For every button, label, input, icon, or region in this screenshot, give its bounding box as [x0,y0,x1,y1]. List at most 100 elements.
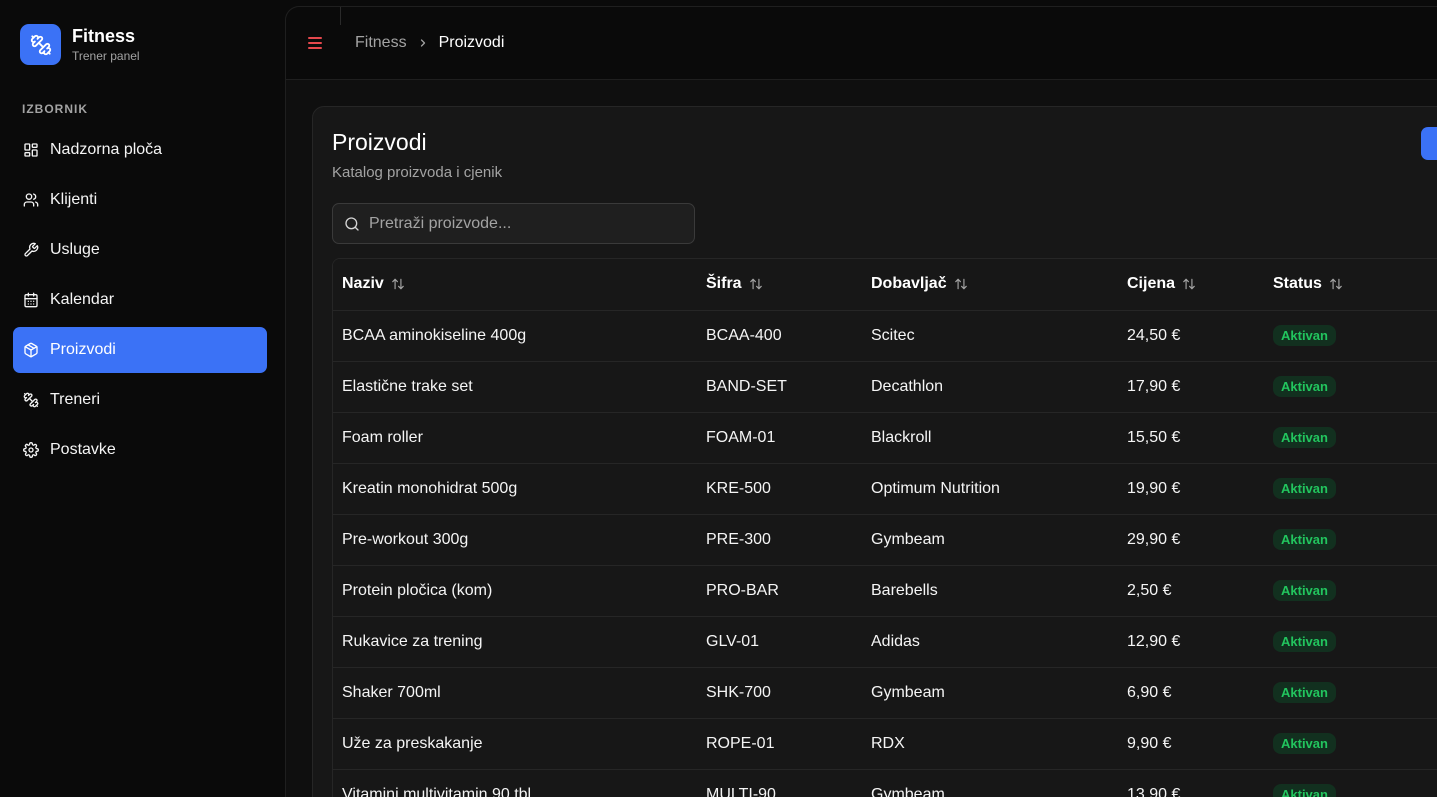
cell-naziv: Protein pločica (kom) [333,565,697,617]
table-row[interactable]: BCAA aminokiseline 400g BCAA-400 Scitec … [333,310,1437,362]
cell-status: Aktivan [1264,310,1437,362]
products-table: Naziv Šifra Dobavljač Cijena Status BCAA… [332,258,1437,797]
cell-status: Aktivan [1264,769,1437,797]
cell-status: Aktivan [1264,718,1437,770]
table-row[interactable]: Uže za preskakanje ROPE-01 RDX 9,90 € Ak… [333,718,1437,770]
cell-status: Aktivan [1264,565,1437,617]
cell-status: Aktivan [1264,667,1437,719]
cell-dobavljac: Gymbeam [862,514,1118,566]
sidebar-item-klijenti[interactable]: Klijenti [13,177,267,223]
dumbbell-logo-icon [20,24,61,65]
status-badge: Aktivan [1273,376,1336,397]
sidebar-item-treneri[interactable]: Treneri [13,377,267,423]
cell-sifra: BCAA-400 [697,310,862,362]
column-header-dobavljac[interactable]: Dobavljač [862,259,1118,311]
cell-cijena: 17,90 € [1118,361,1264,413]
main-panel: Fitness Proizvodi Proizvodi Katalog proi… [285,6,1437,797]
topbar-divider [340,7,341,25]
cell-naziv: Vitamini multivitamin 90 tbl [333,769,697,797]
status-badge: Aktivan [1273,631,1336,652]
cell-naziv: Uže za preskakanje [333,718,697,770]
breadcrumb: Fitness Proizvodi [355,34,504,52]
menu-toggle-button[interactable] [306,34,324,52]
cell-sifra: PRO-BAR [697,565,862,617]
cell-dobavljac: Gymbeam [862,769,1118,797]
sidebar-item-label: Klijenti [50,191,98,208]
cell-dobavljac: Decathlon [862,361,1118,413]
cell-sifra: GLV-01 [697,616,862,668]
gear-icon [23,442,39,458]
sidebar-item-label: Usluge [50,241,100,258]
table-row[interactable]: Vitamini multivitamin 90 tbl MULTI-90 Gy… [333,769,1437,797]
calendar-icon [24,292,38,308]
sidebar-item-nadzorna-ploca[interactable]: Nadzorna ploča [13,127,267,173]
cell-sifra: SHK-700 [697,667,862,719]
breadcrumb-parent-link[interactable]: Fitness [355,34,407,52]
breadcrumb-current: Proizvodi [438,34,505,51]
cell-naziv: Elastične trake set [333,361,697,413]
column-header-cijena[interactable]: Cijena [1118,259,1264,311]
sidebar-item-postavke[interactable]: Postavke [13,427,267,473]
sidebar-item-proizvodi[interactable]: Proizvodi [13,327,267,373]
cell-cijena: 6,90 € [1118,667,1264,719]
search-input[interactable] [369,214,669,233]
cell-sifra: ROPE-01 [697,718,862,770]
table-row[interactable]: Protein pločica (kom) PRO-BAR Barebells … [333,565,1437,617]
column-header-sifra[interactable]: Šifra [697,259,862,311]
cell-dobavljac: Adidas [862,616,1118,668]
cell-sifra: BAND-SET [697,361,862,413]
brand[interactable]: Fitness Trener panel [20,24,140,65]
cell-cijena: 29,90 € [1118,514,1264,566]
cell-cijena: 19,90 € [1118,463,1264,515]
add-product-button[interactable] [1421,127,1437,160]
cell-cijena: 12,90 € [1118,616,1264,668]
table-row[interactable]: Foam roller FOAM-01 Blackroll 15,50 € Ak… [333,412,1437,464]
search-box [332,203,695,244]
cell-dobavljac: Gymbeam [862,667,1118,719]
table-row[interactable]: Rukavice za trening GLV-01 Adidas 12,90 … [333,616,1437,668]
sidebar-item-label: Proizvodi [50,341,116,358]
sort-icon [1330,279,1342,290]
cell-dobavljac: Optimum Nutrition [862,463,1118,515]
cell-status: Aktivan [1264,463,1437,515]
sidebar-item-label: Nadzorna ploča [50,141,163,158]
sidebar-nav: Nadzorna ploča Klijenti Usluge Kalendar … [13,127,267,477]
sidebar-item-kalendar[interactable]: Kalendar [13,277,267,323]
column-header-status[interactable]: Status [1264,259,1437,311]
hamburger-icon [308,37,322,49]
sidebar-section-label: IZBORNIK [22,102,88,116]
cell-dobavljac: Barebells [862,565,1118,617]
topbar: Fitness Proizvodi [286,7,1437,80]
table-row[interactable]: Kreatin monohidrat 500g KRE-500 Optimum … [333,463,1437,515]
status-badge: Aktivan [1273,580,1336,601]
products-card: Proizvodi Katalog proizvoda i cjenik Naz… [312,106,1437,797]
sidebar: Fitness Trener panel IZBORNIK Nadzorna p… [0,0,280,797]
cell-status: Aktivan [1264,616,1437,668]
cell-dobavljac: RDX [862,718,1118,770]
cell-sifra: PRE-300 [697,514,862,566]
column-header-naziv[interactable]: Naziv [333,259,697,311]
status-badge: Aktivan [1273,427,1336,448]
sort-icon [954,279,967,290]
table-row[interactable]: Elastične trake set BAND-SET Decathlon 1… [333,361,1437,413]
page-title: Proizvodi [332,129,427,155]
cell-sifra: MULTI-90 [697,769,862,797]
cell-cijena: 24,50 € [1118,310,1264,362]
package-icon [24,342,38,358]
cell-status: Aktivan [1264,514,1437,566]
table-row[interactable]: Shaker 700ml SHK-700 Gymbeam 6,90 € Akti… [333,667,1437,719]
users-icon [23,193,39,207]
sidebar-item-label: Postavke [50,441,116,458]
search-icon [345,216,359,231]
brand-title: Fitness [72,26,136,46]
status-badge: Aktivan [1273,733,1336,754]
status-badge: Aktivan [1273,529,1336,550]
cell-dobavljac: Blackroll [862,412,1118,464]
cell-status: Aktivan [1264,412,1437,464]
cell-cijena: 2,50 € [1118,565,1264,617]
cell-naziv: Kreatin monohidrat 500g [333,463,697,515]
table-row[interactable]: Pre-workout 300g PRE-300 Gymbeam 29,90 €… [333,514,1437,566]
status-badge: Aktivan [1273,682,1336,703]
sidebar-item-usluge[interactable]: Usluge [13,227,267,273]
cell-naziv: Pre-workout 300g [333,514,697,566]
